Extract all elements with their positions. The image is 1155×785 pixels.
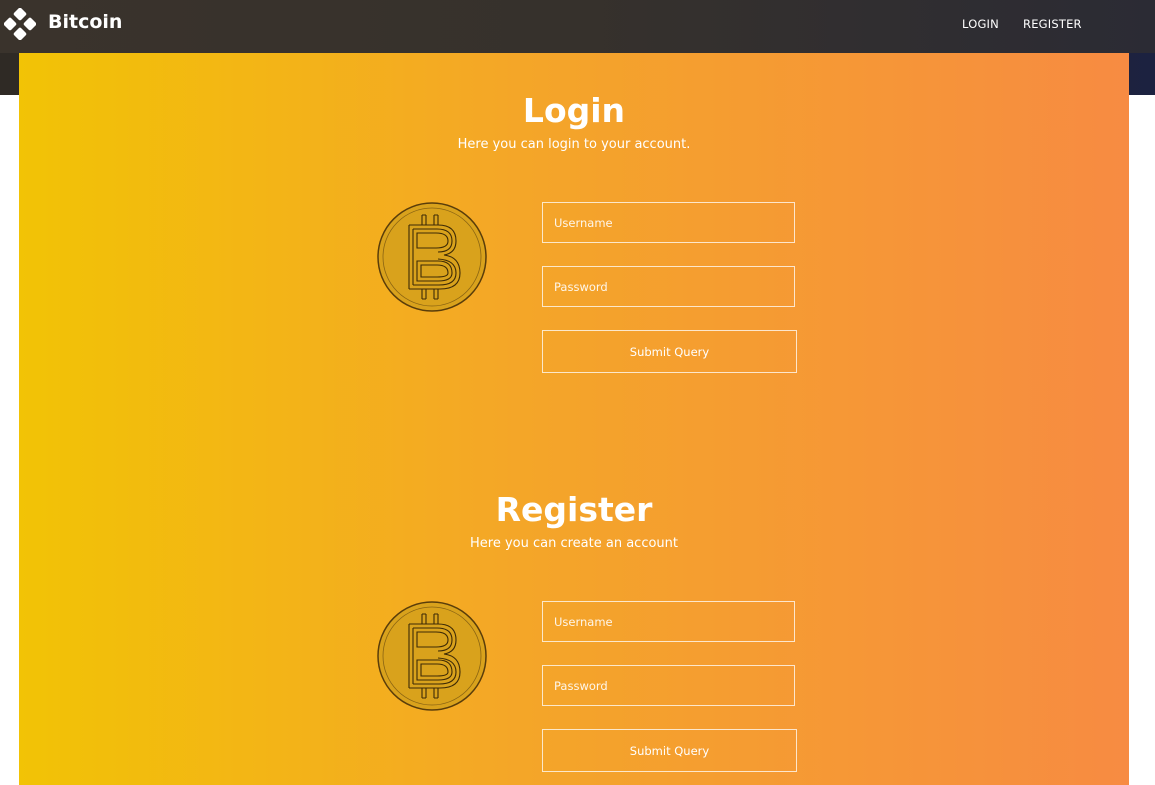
login-submit-button[interactable]: Submit Query: [542, 330, 797, 373]
login-password-input[interactable]: [542, 266, 795, 307]
login-username-input[interactable]: [542, 202, 795, 243]
register-subtitle: Here you can create an account: [470, 536, 678, 551]
navbar: Bitcoin LOGIN REGISTER: [0, 0, 1155, 53]
nav-register-link[interactable]: REGISTER: [1023, 17, 1082, 31]
brand-name: Bitcoin: [48, 11, 123, 33]
register-submit-button[interactable]: Submit Query: [542, 729, 797, 772]
register-password-input[interactable]: [542, 665, 795, 706]
diamond-cluster-logo-icon: [4, 8, 36, 40]
brand[interactable]: Bitcoin: [4, 8, 122, 40]
auth-panel: Login Here you can login to your account…: [19, 53, 1129, 785]
nav-login-link[interactable]: LOGIN: [962, 17, 999, 31]
login-subtitle: Here you can login to your account.: [457, 137, 691, 152]
bitcoin-coin-icon: [377, 601, 487, 711]
register-title: Register: [495, 490, 653, 529]
login-title: Login: [522, 91, 626, 130]
bitcoin-coin-icon: [377, 202, 487, 312]
register-username-input[interactable]: [542, 601, 795, 642]
